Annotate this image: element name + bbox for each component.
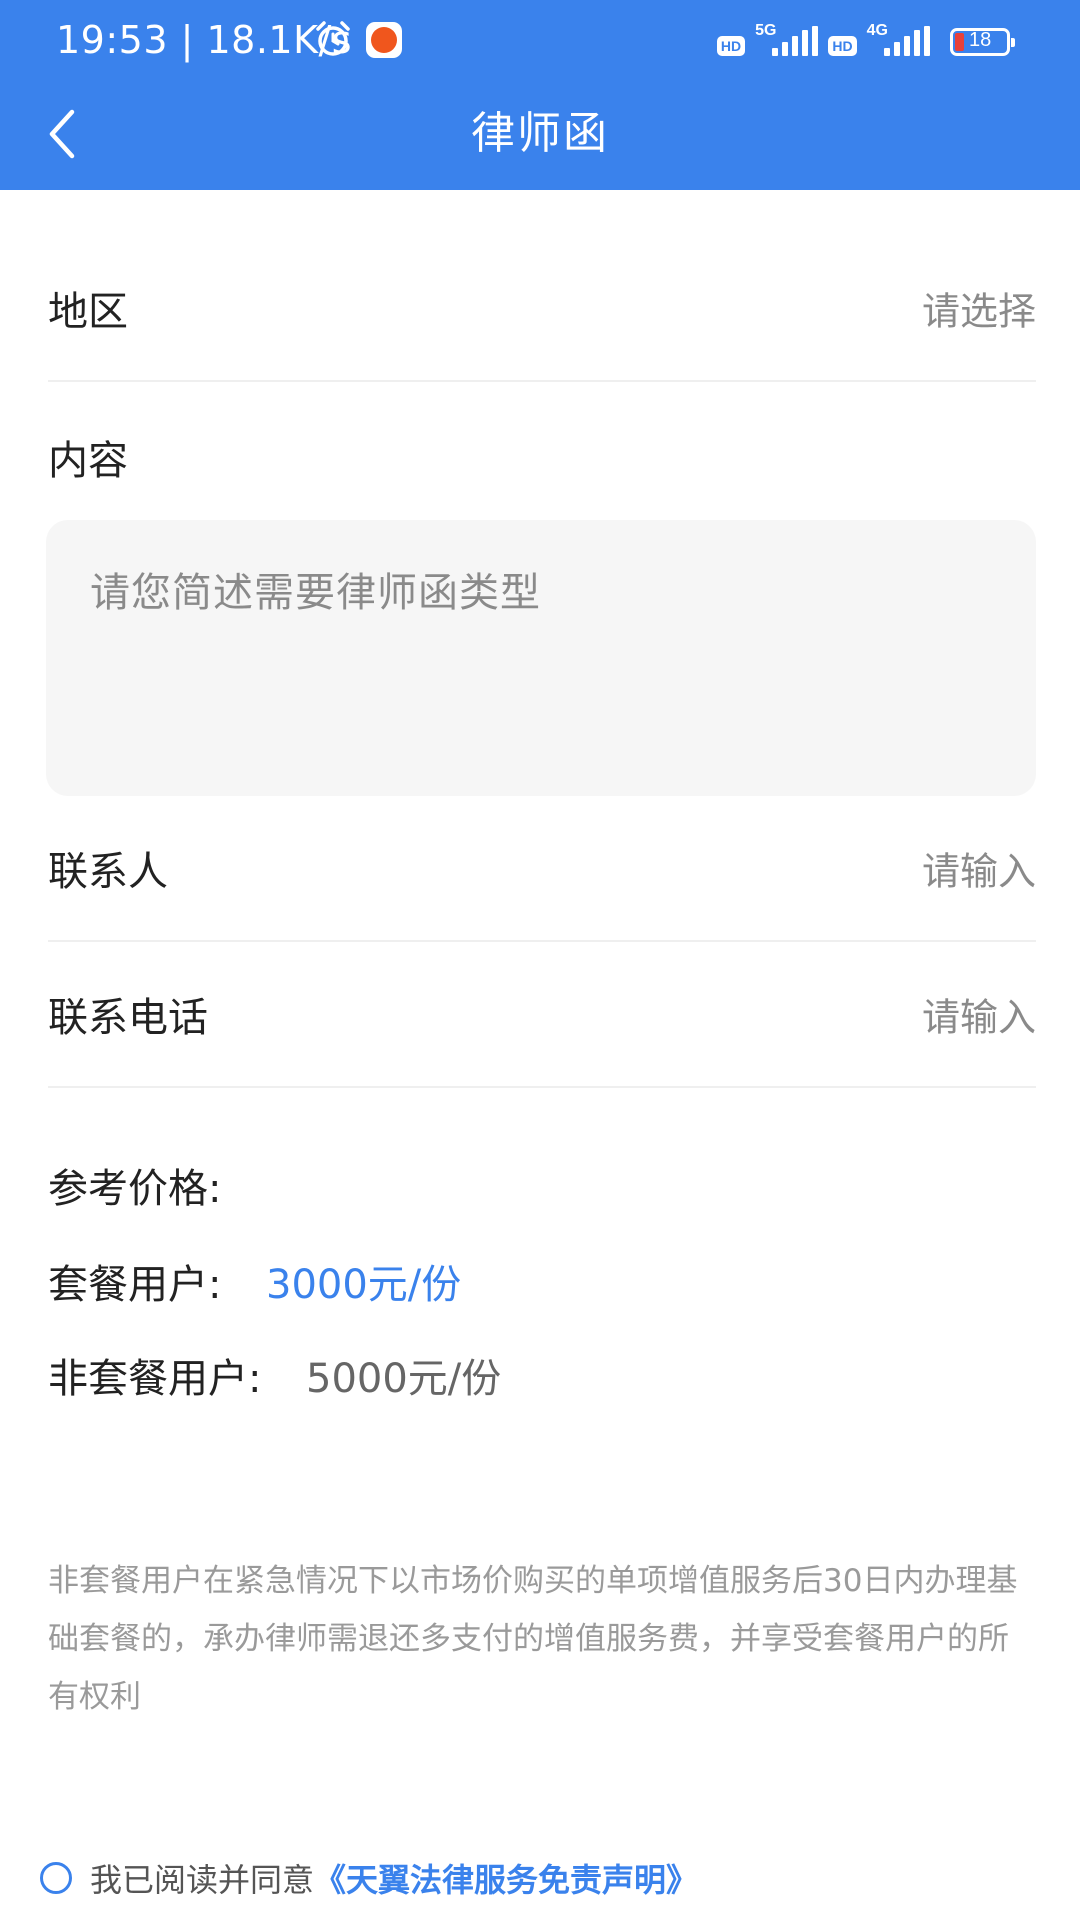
agreement-checkbox[interactable] — [40, 1862, 72, 1894]
app-header: 19:53 | 18.1K/s HD 5G HD 4G 18 律师函 — [0, 0, 1080, 190]
signal-icon-2 — [884, 26, 930, 56]
status-bar: 19:53 | 18.1K/s HD 5G HD 4G 18 — [0, 0, 1080, 80]
content-label: 内容 — [48, 438, 128, 484]
battery-level: 18 — [969, 29, 992, 51]
service-notice: 非套餐用户在紧急情况下以市场价购买的单项增值服务后30日内办理基础套餐的，承办律… — [48, 1563, 1018, 1715]
region-select[interactable]: 请选择 — [922, 281, 1036, 336]
hd-badge-2: HD — [828, 36, 857, 56]
phone-label: 联系电话 — [48, 995, 208, 1041]
nav-bar: 律师函 — [0, 80, 1080, 190]
agreement-text: 我已阅读并同意 — [90, 1861, 315, 1899]
member-price-value: 3000元/份 — [266, 1262, 462, 1308]
agreement-row: 我已阅读并同意 《天翼法律服务免责声明》 — [40, 1850, 698, 1906]
page-title: 律师函 — [471, 108, 609, 159]
hd-badge: HD — [716, 36, 746, 56]
contact-row[interactable]: 联系人 请输入 — [48, 796, 1036, 942]
signal-icon — [772, 26, 819, 56]
contact-label: 联系人 — [48, 849, 168, 895]
nonmember-price-label: 非套餐用户: — [48, 1356, 262, 1402]
network-5g-label: 5G — [755, 22, 777, 39]
battery-icon: 18 — [950, 28, 1015, 56]
nonmember-price-value: 5000元/份 — [306, 1356, 502, 1402]
phone-input[interactable]: 请输入 — [922, 987, 1036, 1042]
phone-row[interactable]: 联系电话 请输入 — [48, 942, 1036, 1088]
alarm-icon — [316, 21, 350, 56]
contact-input[interactable]: 请输入 — [922, 841, 1036, 896]
status-time: 19:53 | 18.1K/s — [56, 18, 353, 62]
pricing-title: 参考价格: — [48, 1166, 222, 1212]
disclaimer-link[interactable]: 《天翼法律服务免责声明》 — [314, 1855, 698, 1901]
member-price-label: 套餐用户: — [48, 1262, 222, 1308]
app-notification-icon — [366, 22, 402, 58]
region-label: 地区 — [48, 289, 128, 335]
content-textarea[interactable]: 请您简述需要律师函类型 — [46, 520, 1036, 796]
status-indicators: HD 5G HD 4G 18 — [716, 18, 1015, 62]
network-4g-label: 4G — [866, 22, 888, 39]
content-placeholder: 请您简述需要律师函类型 — [90, 570, 541, 616]
region-row[interactable]: 地区 请选择 — [48, 236, 1036, 382]
